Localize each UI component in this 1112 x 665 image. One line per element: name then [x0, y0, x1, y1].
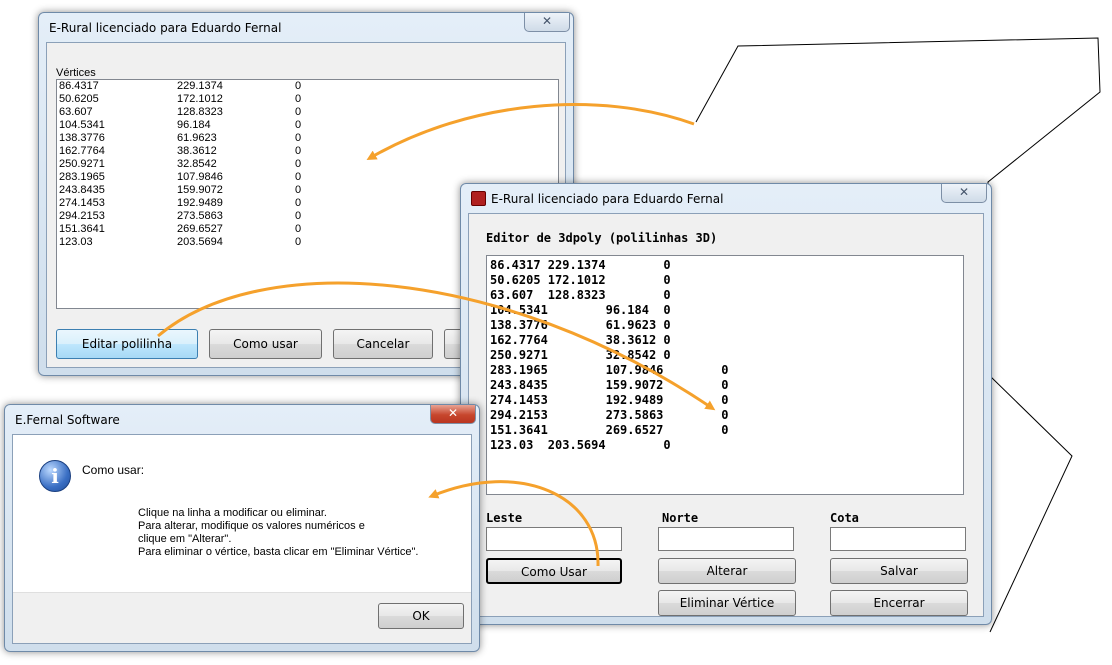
vertex-z: 0 — [295, 210, 302, 222]
vertex-y: 128.8323 — [177, 106, 223, 118]
leste-label: Leste — [486, 511, 523, 525]
list-item[interactable]: 50.6205 172.1012 0 — [57, 93, 558, 106]
vertex-y: 273.5863 — [177, 210, 223, 222]
list-item[interactable]: 123.03 203.5694 0 — [490, 438, 960, 453]
list-item[interactable]: 138.3776 61.9623 0 — [490, 318, 960, 333]
vertex-z: 0 — [295, 119, 302, 131]
list-item[interactable]: 250.9271 32.8542 0 — [490, 348, 960, 363]
vertex-x: 274.1453 — [59, 197, 105, 209]
info-icon: i — [39, 460, 71, 492]
how-to-use-button[interactable]: Como Usar — [486, 558, 622, 584]
eliminar-vertice-button[interactable]: Eliminar Vértice — [658, 590, 796, 616]
vertex-x: 86.4317 — [59, 80, 99, 92]
vertex-z: 0 — [295, 197, 302, 209]
salvar-button[interactable]: Salvar — [830, 558, 968, 584]
vertex-y: 229.1374 — [177, 80, 223, 92]
vertex-x: 250.9271 — [59, 158, 105, 170]
vertex-y: 32.8542 — [177, 158, 217, 170]
how-to-use-button[interactable]: Como usar — [209, 329, 322, 359]
vertex-y: 107.9846 — [177, 171, 223, 183]
vertex-x: 151.3641 — [59, 223, 105, 235]
message-line: Para alterar, modifique os valores numér… — [138, 520, 365, 532]
vertex-z: 0 — [295, 132, 302, 144]
vertex-y: 192.9489 — [177, 197, 223, 209]
window-body: Editor de 3dpoly (polilinhas 3D) 86.4317… — [468, 213, 984, 617]
message-line: clique em "Alterar". — [138, 533, 232, 545]
vertex-x: 104.5341 — [59, 119, 105, 131]
vertex-z: 0 — [295, 236, 302, 248]
vertices-label: Vértices — [56, 67, 96, 79]
alterar-button[interactable]: Alterar — [658, 558, 796, 584]
list-item[interactable]: 294.2153 273.5863 0 — [490, 408, 960, 423]
editor-window: E-Rural licenciado para Eduardo Fernal ✕… — [460, 183, 992, 625]
close-button[interactable]: ✕ — [430, 405, 476, 424]
app-icon — [471, 191, 486, 206]
message-box: E.Fernal Software ✕ i Como usar: Clique … — [4, 404, 480, 652]
vertex-z: 0 — [295, 145, 302, 157]
close-button[interactable]: ✕ — [941, 184, 987, 203]
norte-input[interactable] — [658, 527, 794, 551]
cota-label: Cota — [830, 511, 859, 525]
vertex-z: 0 — [295, 223, 302, 235]
vertex-x: 50.6205 — [59, 93, 99, 105]
list-item[interactable]: 63.607 128.8323 0 — [57, 106, 558, 119]
vertex-x: 123.03 — [59, 236, 93, 248]
vertex-y: 159.9072 — [177, 184, 223, 196]
vertex-y: 172.1012 — [177, 93, 223, 105]
list-item[interactable]: 86.4317 229.1374 0 — [490, 258, 960, 273]
editor-heading: Editor de 3dpoly (polilinhas 3D) — [486, 231, 718, 245]
vertex-x: 63.607 — [59, 106, 93, 118]
message-line: Clique na linha a modificar ou eliminar. — [138, 507, 327, 519]
edit-polyline-button[interactable]: Editar polilinha — [56, 329, 198, 359]
window-title: E.Fernal Software — [15, 413, 120, 427]
vertex-z: 0 — [295, 171, 302, 183]
list-item[interactable]: 104.5341 96.184 0 — [57, 119, 558, 132]
list-item[interactable]: 162.7764 38.3612 0 — [490, 333, 960, 348]
vertex-z: 0 — [295, 93, 302, 105]
list-item[interactable]: 162.7764 38.3612 0 — [57, 145, 558, 158]
vertex-z: 0 — [295, 106, 302, 118]
list-item[interactable]: 243.8435 159.9072 0 — [490, 378, 960, 393]
window-title: E-Rural licenciado para Eduardo Fernal — [491, 192, 724, 206]
cancel-button[interactable]: Cancelar — [333, 329, 433, 359]
encerrar-button[interactable]: Encerrar — [830, 590, 968, 616]
list-item[interactable]: 63.607 128.8323 0 — [490, 288, 960, 303]
vertex-y: 96.184 — [177, 119, 211, 131]
vertex-z: 0 — [295, 184, 302, 196]
list-item[interactable]: 151.3641 269.6527 0 — [490, 423, 960, 438]
vertex-y: 203.5694 — [177, 236, 223, 248]
close-button[interactable]: ✕ — [524, 13, 570, 32]
vertex-y: 61.9623 — [177, 132, 217, 144]
vertex-y: 269.6527 — [177, 223, 223, 235]
ok-button[interactable]: OK — [378, 603, 464, 629]
vertex-x: 243.8435 — [59, 184, 105, 196]
message-heading: Como usar: — [82, 463, 145, 477]
vertex-y: 38.3612 — [177, 145, 217, 157]
vertex-listbox[interactable]: 86.4317 229.1374 0 50.6205 172.1012 0 63.6… — [486, 255, 964, 495]
leste-input[interactable] — [486, 527, 622, 551]
list-item[interactable]: 283.1965 107.9846 0 — [490, 363, 960, 378]
list-item[interactable]: 86.4317 229.1374 0 — [57, 80, 558, 93]
vertex-x: 138.3776 — [59, 132, 105, 144]
window-title: E-Rural licenciado para Eduardo Fernal — [49, 21, 282, 35]
cota-input[interactable] — [830, 527, 966, 551]
list-item[interactable]: 274.1453 192.9489 0 — [490, 393, 960, 408]
window-body: i Como usar: Clique na linha a modificar… — [12, 434, 472, 644]
vertex-x: 294.2153 — [59, 210, 105, 222]
message-line: Para eliminar o vértice, basta clicar em… — [138, 546, 419, 558]
vertex-x: 162.7764 — [59, 145, 105, 157]
list-item[interactable]: 104.5341 96.184 0 — [490, 303, 960, 318]
message-text: Clique na linha a modificar ou eliminar.… — [138, 507, 418, 559]
norte-label: Norte — [662, 511, 699, 525]
vertex-z: 0 — [295, 158, 302, 170]
list-item[interactable]: 138.3776 61.9623 0 — [57, 132, 558, 145]
list-item[interactable]: 250.9271 32.8542 0 — [57, 158, 558, 171]
vertex-x: 283.1965 — [59, 171, 105, 183]
list-item[interactable]: 50.6205 172.1012 0 — [490, 273, 960, 288]
vertex-z: 0 — [295, 80, 302, 92]
